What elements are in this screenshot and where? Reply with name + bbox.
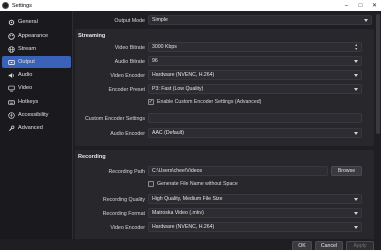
keyboard-icon [7, 99, 15, 106]
title-bar: Settings – □ ✕ [0, 0, 381, 11]
sidebar-item-hotkeys[interactable]: Hotkeys [2, 96, 71, 108]
video-bitrate-value: 3000 Kbps [152, 44, 177, 50]
recording-section-title: Recording [78, 154, 106, 160]
recording-video-encoder-label: Video Encoder [110, 225, 145, 231]
recording-quality-select[interactable]: High Quality, Medium File Size [148, 194, 362, 204]
recording-quality-label: Recording Quality [102, 197, 145, 203]
custom-encoder-settings-label: Custom Encoder Settings [84, 116, 145, 122]
recording-video-encoder-select[interactable]: Hardware (NVENC, H.264) [148, 222, 362, 232]
recording-format-label: Recording Format [102, 211, 145, 217]
sidebar-item-appearance[interactable]: Appearance [2, 30, 71, 42]
gear-icon [7, 19, 15, 26]
sidebar-item-output[interactable]: Output [2, 56, 71, 68]
audio-encoder-select[interactable]: AAC (Default) [148, 128, 362, 138]
custom-encoder-checkbox[interactable]: ✓ [148, 99, 154, 105]
sidebar-item-label: Audio [18, 72, 33, 78]
recording-video-encoder-value: Hardware (NVENC, H.264) [152, 224, 215, 230]
chevron-down-icon [354, 226, 358, 229]
sidebar-item-label: Video [18, 85, 33, 91]
settings-sidebar: General Appearance Stream Output Audio V… [0, 11, 73, 250]
settings-content: Output Mode Simple Streaming Video Bitra… [73, 11, 381, 250]
sidebar-item-label: Advanced [18, 125, 43, 131]
chevron-down-icon [354, 74, 358, 77]
encoder-preset-label: Encoder Preset [108, 87, 145, 93]
sidebar-item-label: General [18, 19, 38, 25]
no-space-checkbox-label: Generate File Name without Space [157, 181, 238, 187]
audio-encoder-value: AAC (Default) [152, 130, 184, 136]
custom-encoder-checkbox-label: Enable Custom Encoder Settings (Advanced… [157, 99, 262, 105]
accessibility-icon [7, 111, 15, 119]
scrollbar-thumb[interactable] [376, 14, 380, 134]
ok-button[interactable]: OK [292, 241, 312, 250]
recording-format-value: Matroska Video (.mkv) [152, 210, 204, 216]
speaker-icon [7, 72, 15, 79]
apply-button[interactable]: Apply [346, 241, 374, 250]
chevron-down-icon [354, 88, 358, 91]
sidebar-item-label: Hotkeys [18, 99, 39, 105]
recording-path-input[interactable]: C:\Users\chee\Videos [148, 166, 328, 176]
encoder-preset-select[interactable]: P3: Fast (Low Quality) [148, 84, 362, 94]
no-space-checkbox[interactable] [148, 181, 154, 187]
maximize-icon[interactable]: □ [354, 0, 367, 11]
window-title: Settings [12, 2, 32, 9]
sidebar-item-accessibility[interactable]: Accessibility [2, 109, 71, 121]
output-icon [7, 59, 15, 66]
chevron-down-icon [354, 198, 358, 201]
sidebar-item-label: Accessibility [18, 112, 49, 118]
sidebar-item-video[interactable]: Video [2, 82, 71, 94]
recording-path-label: Recording Path [108, 169, 145, 175]
close-icon[interactable]: ✕ [368, 0, 381, 11]
obs-logo-icon [2, 2, 9, 9]
output-mode-value: Simple [152, 17, 168, 23]
checkmark-icon: ✓ [148, 99, 154, 105]
recording-quality-value: High Quality, Medium File Size [152, 196, 223, 202]
cancel-button[interactable]: Cancel [315, 241, 343, 250]
output-mode-label: Output Mode [114, 18, 145, 24]
encoder-preset-value: P3: Fast (Low Quality) [152, 86, 204, 92]
monitor-icon [7, 85, 15, 92]
sidebar-item-stream[interactable]: Stream [2, 43, 71, 55]
spin-arrows-icon[interactable]: ▲ ▼ [355, 43, 358, 51]
video-bitrate-label: Video Bitrate [114, 45, 145, 51]
output-mode-select[interactable]: Simple [148, 15, 372, 25]
chevron-down-icon [354, 60, 358, 63]
recording-section: Recording Recording Path C:\Users\chee\V… [75, 150, 374, 250]
chevron-down-icon [354, 212, 358, 215]
chevron-down-icon [354, 132, 358, 135]
streaming-section-title: Streaming [78, 33, 106, 39]
sidebar-item-label: Stream [18, 46, 37, 52]
sidebar-item-audio[interactable]: Audio [2, 69, 71, 81]
audio-bitrate-value: 96 [152, 58, 158, 64]
sidebar-item-label: Appearance [18, 33, 49, 39]
video-encoder-label: Video Encoder [110, 73, 145, 79]
content-scrollbar[interactable] [375, 11, 381, 240]
palette-icon [7, 32, 15, 40]
globe-icon [7, 45, 15, 53]
sidebar-item-general[interactable]: General [2, 16, 71, 28]
audio-bitrate-label: Audio Bitrate [114, 59, 145, 65]
custom-encoder-settings-input[interactable] [148, 113, 362, 123]
minimize-icon[interactable]: – [340, 0, 353, 11]
wrench-icon [7, 125, 15, 132]
video-bitrate-stepper[interactable]: 3000 Kbps ▲ ▼ [148, 42, 362, 52]
audio-encoder-label: Audio Encoder [110, 131, 145, 137]
dialog-button-bar: OK Cancel Apply [0, 239, 381, 250]
sidebar-item-advanced[interactable]: Advanced [2, 122, 71, 134]
recording-format-select[interactable]: Matroska Video (.mkv) [148, 208, 362, 218]
video-encoder-select[interactable]: Hardware (NVENC, H.264) [148, 70, 362, 80]
recording-path-value: C:\Users\chee\Videos [152, 168, 203, 174]
chevron-down-icon [364, 19, 368, 22]
video-encoder-value: Hardware (NVENC, H.264) [152, 72, 215, 78]
sidebar-item-label: Output [18, 59, 35, 65]
browse-button[interactable]: Browse [331, 166, 362, 176]
audio-bitrate-select[interactable]: 96 [148, 56, 362, 66]
streaming-section: Streaming Video Bitrate 3000 Kbps ▲ ▼ Aud… [75, 29, 374, 146]
